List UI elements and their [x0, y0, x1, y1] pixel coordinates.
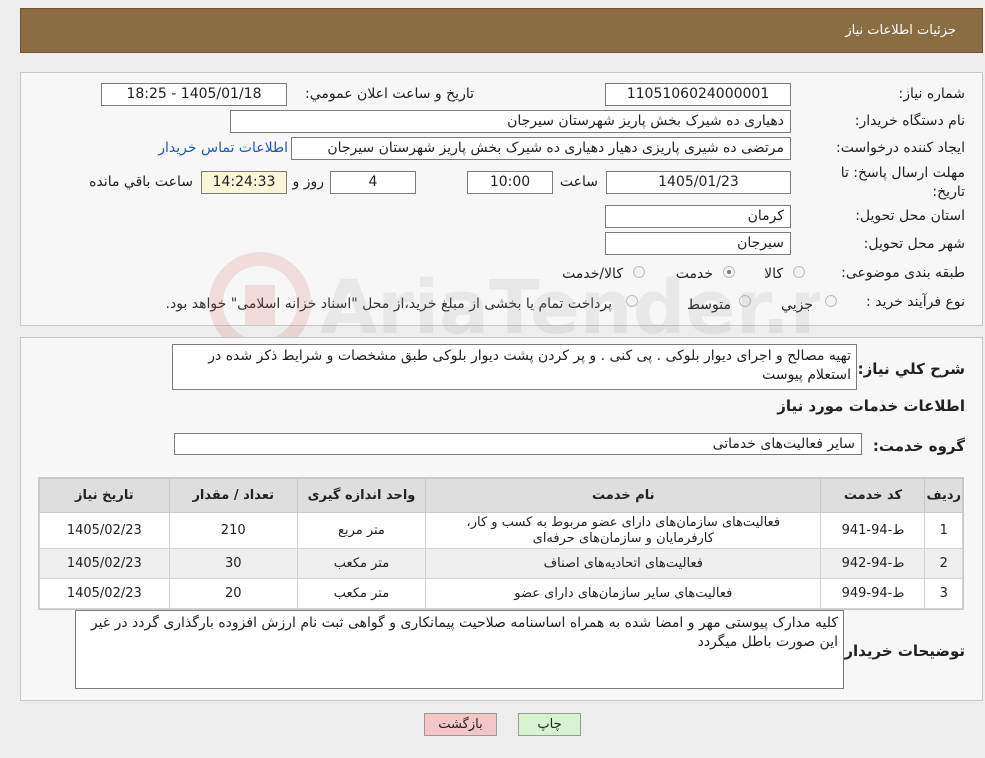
buyer-org-label: نام دستگاه خريدار:	[854, 113, 965, 129]
table-row: 2 ط-94-942 فعالیت‌های اتحادیه‌های اصناف …	[39, 548, 963, 579]
purchase-treasury-note: پرداخت تمام یا بخشی از مبلغ خرید،از محل …	[165, 296, 612, 312]
purchase-option-medium: متوسط	[687, 297, 731, 313]
services-table: رديف کد خدمت نام خدمت واحد اندازه گیری ت…	[39, 478, 963, 609]
province-label: استان محل تحویل:	[855, 208, 965, 224]
category-radio-goods-service[interactable]	[633, 266, 645, 278]
summary-label: شرح کلي نياز:	[857, 360, 965, 378]
deadline-label-line1: مهلت ارسال پاسخ: تا	[840, 165, 965, 181]
summary-textarea[interactable]: تهیه مصالح و اجرای دیوار بلوکی . پی کنی …	[172, 344, 857, 390]
days-label: روز و	[292, 174, 325, 190]
deadline-label-line2: تاریخ:	[932, 184, 965, 200]
cell-service-name: فعالیت‌های سازمان‌های دارای عضو مربوط به…	[425, 512, 822, 549]
service-group-field: سایر فعالیت‌های خدماتی	[174, 433, 862, 455]
buyer-notes-textarea[interactable]: کلیه مدارک پیوستی مهر و امضا شده به همرا…	[75, 610, 844, 689]
creator-field: مرتضی ده شیری پاریزی دهیار دهیاری ده شیر…	[291, 137, 791, 160]
purchase-type-label: نوع فرآیند خرید :	[866, 294, 965, 310]
buyer-notes-text: کلیه مدارک پیوستی مهر و امضا شده به همرا…	[90, 615, 838, 650]
cell-quantity: 20	[168, 578, 298, 609]
services-table-wrap: رديف کد خدمت نام خدمت واحد اندازه گیری ت…	[38, 477, 964, 610]
cell-quantity: 30	[168, 548, 298, 579]
print-button[interactable]: چاپ	[518, 713, 581, 736]
province-field: کرمان	[605, 205, 791, 228]
buyer-org-field: دهیاری ده شیرک بخش پاریز شهرستان سیرجان	[230, 110, 791, 133]
cell-row-number: 3	[924, 578, 963, 609]
deadline-time-label: ساعت	[559, 174, 598, 190]
buyer-contact-link[interactable]: اطلاعات تماس خریدار	[158, 140, 288, 156]
cell-unit: متر مکعب	[296, 578, 427, 609]
deadline-date-field: 1405/01/23	[606, 171, 791, 194]
buyer-notes-label: توضیحات خریدار:	[838, 642, 965, 660]
table-header-row: رديف کد خدمت نام خدمت واحد اندازه گیری ت…	[39, 478, 963, 513]
city-field: سیرجان	[605, 232, 791, 255]
cell-row-number: 1	[924, 512, 963, 549]
announce-datetime-field: 1405/01/18 - 18:25	[101, 83, 287, 106]
services-title: اطلاعات خدمات مورد نياز	[777, 397, 965, 415]
cell-service-name: فعالیت‌های اتحادیه‌های اصناف	[425, 548, 822, 579]
category-option-goods: کالا	[764, 266, 783, 282]
col-header-unit: واحد اندازه گیری	[296, 478, 427, 513]
cell-unit: متر مربع	[296, 512, 427, 549]
cell-need-date: 1405/02/23	[39, 512, 170, 549]
page-header: جزئیات اطلاعات نیاز	[20, 8, 983, 53]
back-button[interactable]: بازگشت	[424, 713, 497, 736]
days-field: 4	[330, 171, 416, 194]
cell-need-date: 1405/02/23	[39, 578, 170, 609]
category-radio-service[interactable]	[723, 266, 735, 278]
city-label: شهر محل تحویل:	[863, 236, 965, 252]
col-header-need-date: تاریخ نیاز	[39, 478, 170, 513]
need-number-label: شماره نیاز:	[898, 86, 966, 102]
purchase-radio-treasury[interactable]	[626, 295, 638, 307]
col-header-service-name: نام خدمت	[425, 478, 822, 513]
col-header-row-number: رديف	[924, 478, 963, 513]
service-group-label: گروه خدمت:	[872, 437, 965, 455]
category-radio-goods[interactable]	[793, 266, 805, 278]
remaining-time-label: ساعت باقي مانده	[89, 174, 193, 190]
deadline-label: مهلت ارسال پاسخ: تا تاریخ:	[841, 164, 965, 202]
cell-service-code: ط-94-949	[820, 578, 926, 609]
col-header-service-code: کد خدمت	[820, 478, 926, 513]
announce-datetime-label: تاریخ و ساعت اعلان عمومي:	[305, 86, 474, 102]
creator-label: ايجاد کننده درخواست:	[836, 140, 965, 156]
col-header-quantity: تعداد / مقدار	[168, 478, 298, 513]
cell-unit: متر مکعب	[296, 548, 427, 579]
remaining-time-field: 14:24:33	[201, 171, 287, 194]
need-number-field: 1105106024000001	[605, 83, 791, 106]
category-label: طبقه بندی موضوعی:	[841, 265, 965, 281]
deadline-time-field: 10:00	[467, 171, 553, 194]
cell-quantity: 210	[168, 512, 298, 549]
table-row: 3 ط-94-949 فعالیت‌های سایر سازمان‌های دا…	[39, 578, 963, 609]
cell-row-number: 2	[924, 548, 963, 579]
purchase-option-partial: جزیي	[781, 297, 813, 313]
category-option-goods-service: کالا/خدمت	[562, 266, 623, 282]
purchase-radio-medium[interactable]	[739, 295, 751, 307]
cell-service-code: ط-94-941	[820, 512, 926, 549]
summary-text: تهیه مصالح و اجرای دیوار بلوکی . پی کنی …	[208, 348, 851, 383]
purchase-radio-partial[interactable]	[825, 295, 837, 307]
cell-service-code: ط-94-942	[820, 548, 926, 579]
page-title: جزئیات اطلاعات نیاز	[845, 23, 956, 38]
table-row: 1 ط-94-941 فعالیت‌های سازمان‌های دارای ع…	[39, 512, 963, 549]
cell-service-name: فعالیت‌های سایر سازمان‌های دارای عضو	[425, 578, 822, 609]
cell-need-date: 1405/02/23	[39, 548, 170, 579]
category-option-service: خدمت	[675, 266, 713, 282]
